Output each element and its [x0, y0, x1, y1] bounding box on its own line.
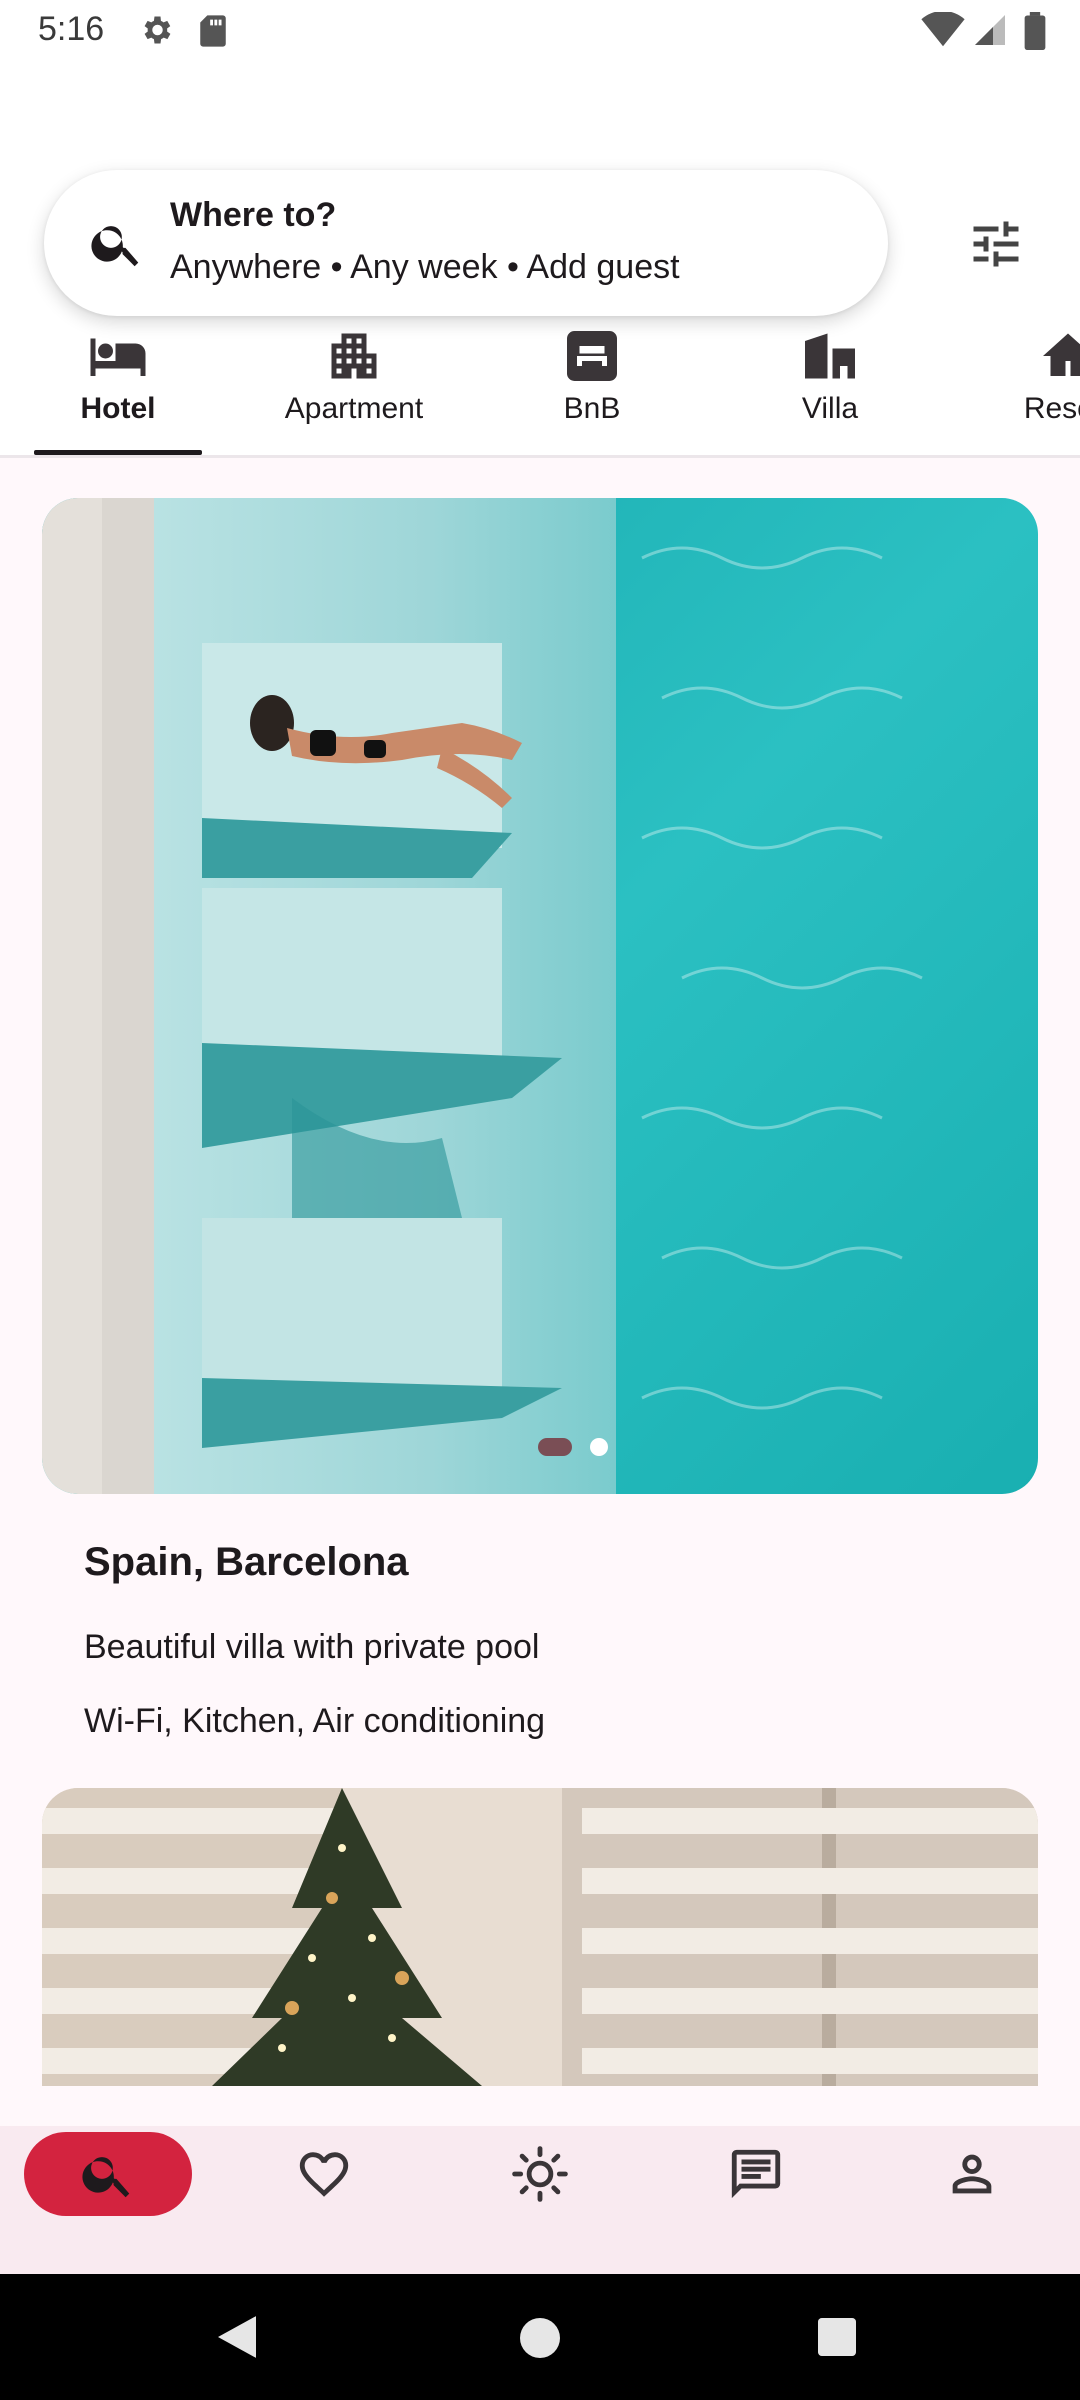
pool-photo [42, 498, 1038, 1494]
pager-dot[interactable] [590, 1438, 608, 1456]
wifi-icon [921, 12, 965, 47]
search-icon[interactable] [79, 2145, 137, 2203]
pager-dot-active[interactable] [538, 1438, 572, 1456]
active-tab-indicator [34, 450, 202, 455]
battery-icon [1024, 12, 1046, 50]
search-bar[interactable]: Where to? Anywhere • Any week • Add gues… [44, 170, 888, 316]
tab-hotel[interactable]: Hotel [8, 320, 228, 456]
person-icon[interactable] [943, 2145, 1001, 2203]
tab-label: Resort [1023, 392, 1080, 425]
listing-image-carousel[interactable] [42, 498, 1038, 1494]
cell-signal-icon [975, 15, 1005, 45]
villa-icon [805, 333, 855, 379]
heart-icon[interactable] [295, 2145, 353, 2203]
status-time: 5:16 [38, 10, 105, 48]
tab-label: Hotel [80, 392, 156, 425]
listing-description: Beautiful villa with private pool [84, 1628, 540, 1666]
back-icon[interactable] [218, 2316, 256, 2358]
carousel-pager [496, 1436, 616, 1458]
chat-icon[interactable] [727, 2145, 785, 2203]
category-tabs: Hotel Apartment BnB Villa Resort [0, 320, 1080, 456]
gear-icon [144, 16, 171, 44]
bed-icon [90, 338, 146, 376]
tune-icon[interactable] [966, 214, 1026, 274]
search-title: Where to? [170, 196, 337, 234]
system-navigation-bar [0, 2274, 1080, 2400]
home-icon[interactable] [520, 2318, 560, 2358]
search-subtitle: Anywhere • Any week • Add guest [170, 248, 680, 286]
bnb-icon [567, 331, 617, 381]
tab-label: Villa [801, 392, 859, 425]
tab-villa[interactable]: Villa [720, 320, 940, 456]
christmas-tree-photo [42, 1788, 1038, 2086]
tab-apartment[interactable]: Apartment [244, 320, 464, 456]
next-listing-image[interactable] [42, 1788, 1038, 2086]
listing-title: Spain, Barcelona [84, 1540, 409, 1584]
tab-resort[interactable]: Resort [958, 320, 1080, 456]
search-icon [91, 226, 139, 267]
status-bar: 5:16 [0, 0, 1080, 64]
sun-icon[interactable] [511, 2145, 569, 2203]
tab-bnb[interactable]: BnB [482, 320, 702, 456]
tab-label: BnB [563, 392, 621, 425]
divider [0, 455, 1080, 458]
tab-label: Apartment [284, 392, 424, 425]
apartment-icon [331, 333, 377, 379]
house-icon [1043, 333, 1080, 376]
listing-amenities: Wi-Fi, Kitchen, Air conditioning [84, 1702, 546, 1740]
sd-card-icon [200, 15, 226, 47]
recents-icon[interactable] [818, 2318, 856, 2356]
